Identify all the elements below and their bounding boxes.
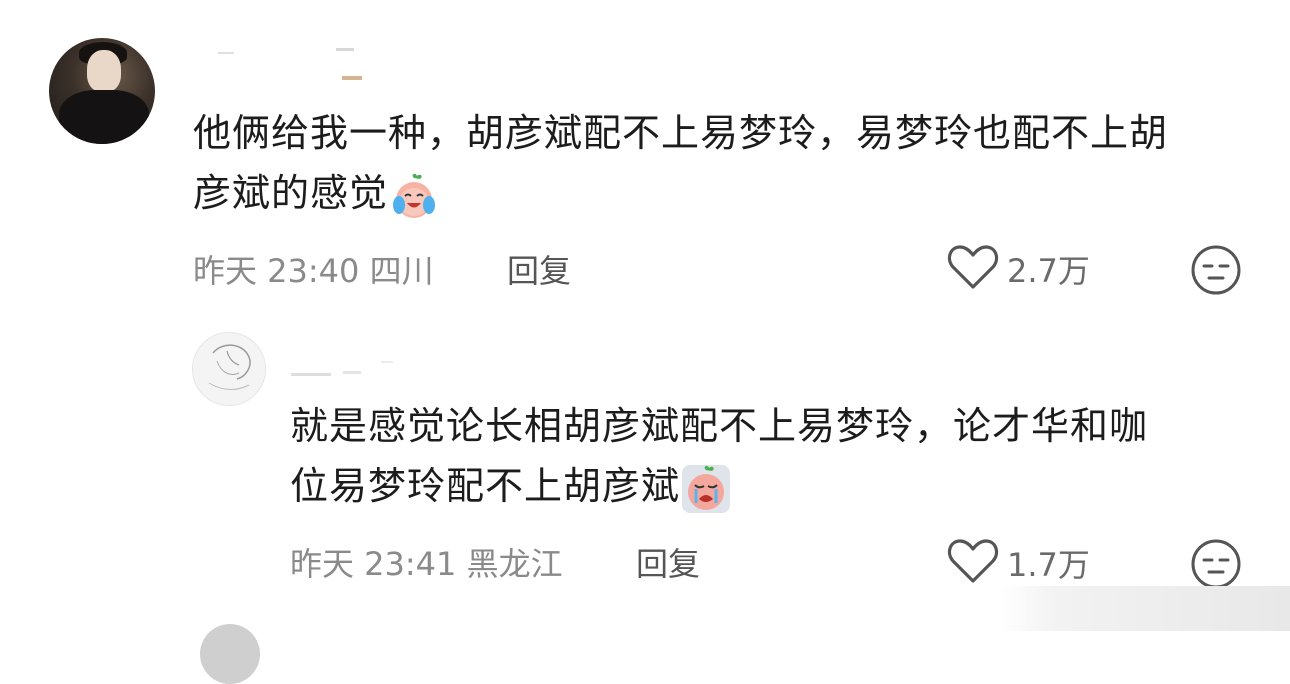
- comment-text-line: 彦斌的感觉: [193, 163, 1273, 223]
- like-button[interactable]: 1.7万: [947, 537, 1090, 589]
- avatar[interactable]: [192, 332, 266, 406]
- avatar[interactable]: [49, 38, 155, 144]
- unamused-face-icon: [1191, 539, 1241, 589]
- comment-text-line: 他俩给我一种，胡彦斌配不上易梦玲，易梦玲也配不上胡: [193, 111, 1169, 155]
- crying-peach-emoji-icon: [682, 464, 731, 513]
- unamused-face-icon: [1191, 245, 1241, 295]
- heart-icon: [947, 537, 999, 589]
- crying-laughing-peach-emoji-icon: [390, 172, 438, 220]
- avatar[interactable]: [200, 624, 260, 684]
- comment-text: 就是感觉论长相胡彦斌配不上易梦玲，论才华和咖 位易梦玲配不上胡彦斌: [290, 396, 1270, 516]
- username-blurred[interactable]: [218, 44, 368, 84]
- reply-button[interactable]: 回复: [636, 539, 700, 585]
- like-count: 1.7万: [1007, 546, 1090, 584]
- avatar-body: [59, 90, 149, 144]
- comment-text-line: 位易梦玲配不上胡彦斌: [290, 456, 1270, 516]
- reply-button[interactable]: 回复: [507, 246, 571, 292]
- like-button[interactable]: 2.7万: [947, 243, 1090, 295]
- comment-meta: 昨天 23:40 四川: [193, 246, 434, 292]
- heart-icon: [947, 243, 999, 295]
- comment-time: 昨天 23:40: [193, 252, 360, 290]
- watermark-strip: [1000, 586, 1290, 631]
- dislike-button[interactable]: [1190, 244, 1242, 300]
- like-count: 2.7万: [1007, 252, 1090, 290]
- username-blurred[interactable]: [291, 355, 411, 379]
- comment-text-line: 就是感觉论长相胡彦斌配不上易梦玲，论才华和咖: [290, 404, 1149, 448]
- comment-text: 他俩给我一种，胡彦斌配不上易梦玲，易梦玲也配不上胡 彦斌的感觉: [193, 103, 1273, 223]
- comment-location: 黑龙江: [466, 545, 563, 583]
- comment-location: 四川: [369, 252, 434, 290]
- avatar-face: [87, 50, 121, 92]
- comment-meta: 昨天 23:41 黑龙江: [290, 539, 563, 585]
- comment-time: 昨天 23:41: [290, 545, 457, 583]
